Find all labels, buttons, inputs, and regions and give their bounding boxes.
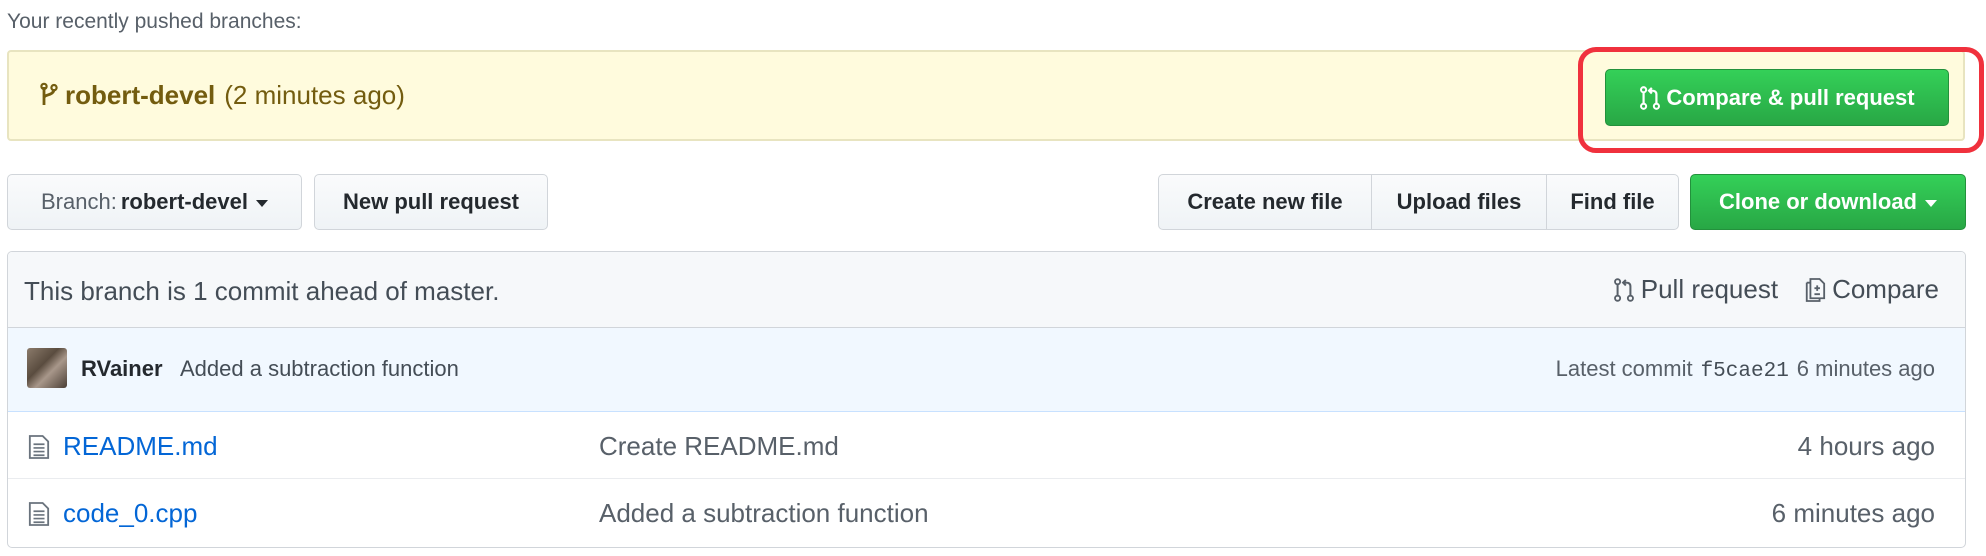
file-name-link[interactable]: code_0.cpp [63, 498, 197, 529]
pull-request-link[interactable]: Pull request [1613, 274, 1778, 305]
recent-branch-age: (2 minutes ago) [224, 80, 405, 110]
file-row: code_0.cpp Added a subtraction function … [8, 478, 1965, 544]
commit-sha[interactable]: f5cae21 [1701, 360, 1789, 383]
file-row: README.md Create README.md 4 hours ago [8, 412, 1965, 478]
git-pull-request-icon [1640, 85, 1661, 110]
compare-pull-request-button[interactable]: Compare & pull request [1605, 69, 1949, 126]
caret-down-icon [255, 199, 268, 207]
file-age: 6 minutes ago [1771, 498, 1935, 528]
git-pull-request-icon [1613, 277, 1634, 302]
branch-selector-button[interactable]: Branch: robert-devel [7, 174, 302, 230]
commit-message[interactable]: Added a subtraction function [180, 356, 459, 382]
file-browser-panel: This branch is 1 commit ahead of master.… [7, 251, 1966, 548]
file-actions-group: Create new file Upload files Find file [1158, 174, 1679, 230]
recent-branches-label: Your recently pushed branches: [7, 10, 302, 33]
caret-down-icon [1925, 199, 1937, 207]
file-name-link[interactable]: README.md [63, 431, 218, 462]
avatar[interactable] [27, 348, 67, 388]
branch-selector-value: robert-devel [120, 189, 248, 214]
branch-status-links: Pull request Compare [1613, 274, 1939, 305]
compare-link[interactable]: Compare [1804, 274, 1939, 305]
branch-ahead-text: This branch is 1 commit ahead of master. [24, 276, 500, 306]
file-commit-message[interactable]: Added a subtraction function [599, 498, 929, 529]
file-age: 4 hours ago [1797, 431, 1935, 461]
git-branch-icon [40, 82, 58, 105]
clone-or-download-label: Clone or download [1719, 189, 1917, 214]
new-pull-request-button[interactable]: New pull request [314, 174, 548, 230]
branch-selector-label: Branch: [41, 189, 117, 214]
compare-pull-request-label: Compare & pull request [1666, 84, 1915, 110]
clone-or-download-button[interactable]: Clone or download [1690, 174, 1966, 230]
commit-author[interactable]: RVainer [81, 356, 163, 382]
latest-commit-info: Latest commit f5cae21 6 minutes ago [1556, 356, 1935, 383]
file-icon [28, 435, 50, 459]
latest-commit-bar: RVainer Added a subtraction function Lat… [8, 328, 1965, 412]
recent-branch-notice: robert-devel (2 minutes ago) Compare & p… [7, 50, 1965, 141]
file-commit-message[interactable]: Create README.md [599, 431, 839, 462]
create-new-file-button[interactable]: Create new file [1159, 175, 1371, 229]
pull-request-link-label: Pull request [1640, 274, 1779, 304]
recent-branch-name[interactable]: robert-devel [65, 80, 215, 111]
file-icon [28, 502, 50, 526]
latest-commit-prefix: Latest commit [1555, 356, 1693, 381]
recent-branch-info: robert-devel (2 minutes ago) [37, 80, 405, 111]
compare-link-label: Compare [1832, 274, 1939, 304]
file-diff-icon [1805, 277, 1826, 302]
find-file-button[interactable]: Find file [1546, 175, 1678, 229]
upload-files-button[interactable]: Upload files [1371, 175, 1546, 229]
branch-status-bar: This branch is 1 commit ahead of master.… [8, 252, 1965, 328]
latest-commit-age: 6 minutes ago [1796, 356, 1935, 381]
